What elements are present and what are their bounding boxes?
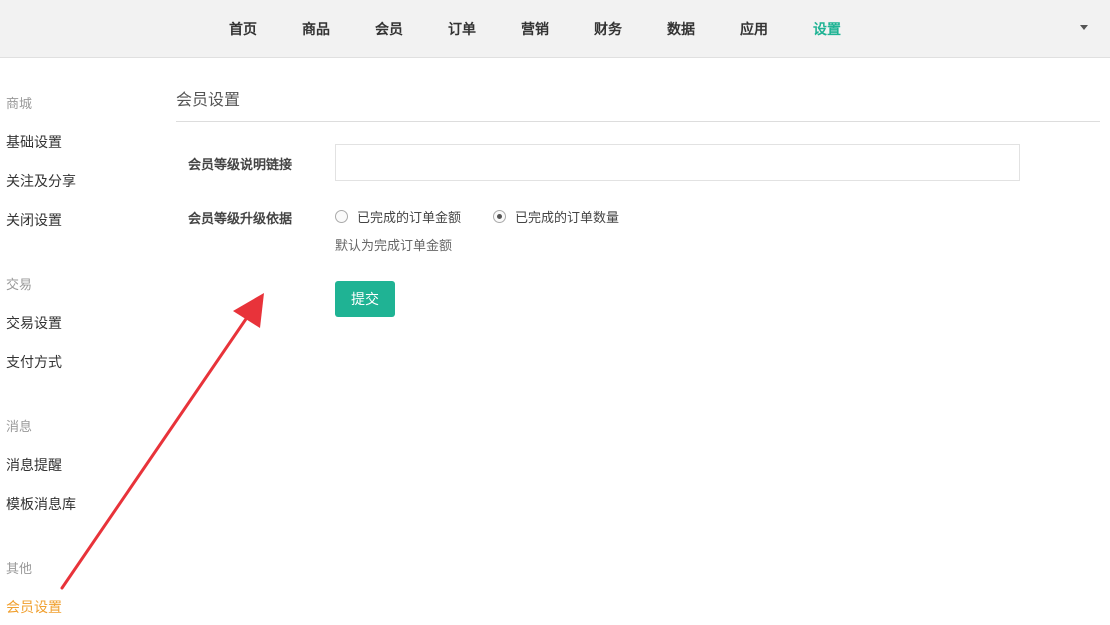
submit-button[interactable]: 提交 <box>335 281 395 317</box>
radio-circle-checked-icon <box>493 210 506 223</box>
nav-item-finance[interactable]: 财务 <box>594 0 667 58</box>
radio-option-order-count[interactable]: 已完成的订单数量 <box>493 207 619 226</box>
upgrade-basis-label: 会员等级升级依据 <box>188 212 293 227</box>
radio-option-order-amount[interactable]: 已完成的订单金额 <box>335 207 461 226</box>
sidebar: 商城 基础设置 关注及分享 关闭设置 交易 交易设置 支付方式 消息 消息提醒 … <box>0 58 160 625</box>
nav-item-orders[interactable]: 订单 <box>448 0 521 58</box>
radio-label-order-count: 已完成的订单数量 <box>515 211 620 226</box>
sidebar-item-payment-methods[interactable]: 支付方式 <box>6 352 62 372</box>
nav-item-marketing[interactable]: 营销 <box>521 0 594 58</box>
nav-item-members[interactable]: 会员 <box>375 0 448 58</box>
sidebar-item-trade-settings[interactable]: 交易设置 <box>6 313 62 333</box>
radio-circle-icon <box>335 210 348 223</box>
upgrade-basis-help-text: 默认为完成订单金额 <box>335 239 453 254</box>
chevron-down-icon[interactable] <box>1080 25 1088 30</box>
nav-item-data[interactable]: 数据 <box>667 0 740 58</box>
nav-item-products[interactable]: 商品 <box>302 0 375 58</box>
nav-item-settings[interactable]: 设置 <box>813 0 886 58</box>
member-level-link-label: 会员等级说明链接 <box>188 158 293 173</box>
sidebar-item-close-settings[interactable]: 关闭设置 <box>6 210 62 230</box>
nav-item-apps[interactable]: 应用 <box>740 0 813 58</box>
radio-label-order-amount: 已完成的订单金额 <box>357 211 462 226</box>
top-nav: 首页 商品 会员 订单 营销 财务 数据 应用 设置 <box>229 0 886 58</box>
page-title: 会员设置 <box>176 90 241 109</box>
title-divider <box>176 121 1100 122</box>
nav-item-home[interactable]: 首页 <box>229 0 302 58</box>
sidebar-group-title-other: 其他 <box>6 562 33 577</box>
member-level-link-input[interactable] <box>335 144 1020 181</box>
sidebar-item-basic-settings[interactable]: 基础设置 <box>6 132 62 152</box>
sidebar-item-template-library[interactable]: 模板消息库 <box>6 494 76 514</box>
sidebar-item-member-settings[interactable]: 会员设置 <box>6 597 62 617</box>
sidebar-group-title-mall: 商城 <box>6 97 33 112</box>
sidebar-item-message-reminders[interactable]: 消息提醒 <box>6 455 62 475</box>
red-arrow-annotation-icon <box>60 293 264 590</box>
sidebar-item-follow-share[interactable]: 关注及分享 <box>6 171 76 191</box>
sidebar-group-title-messages: 消息 <box>6 420 33 435</box>
sidebar-group-title-trade: 交易 <box>6 278 33 293</box>
top-navigation-bar: 首页 商品 会员 订单 营销 财务 数据 应用 设置 <box>0 0 1110 58</box>
